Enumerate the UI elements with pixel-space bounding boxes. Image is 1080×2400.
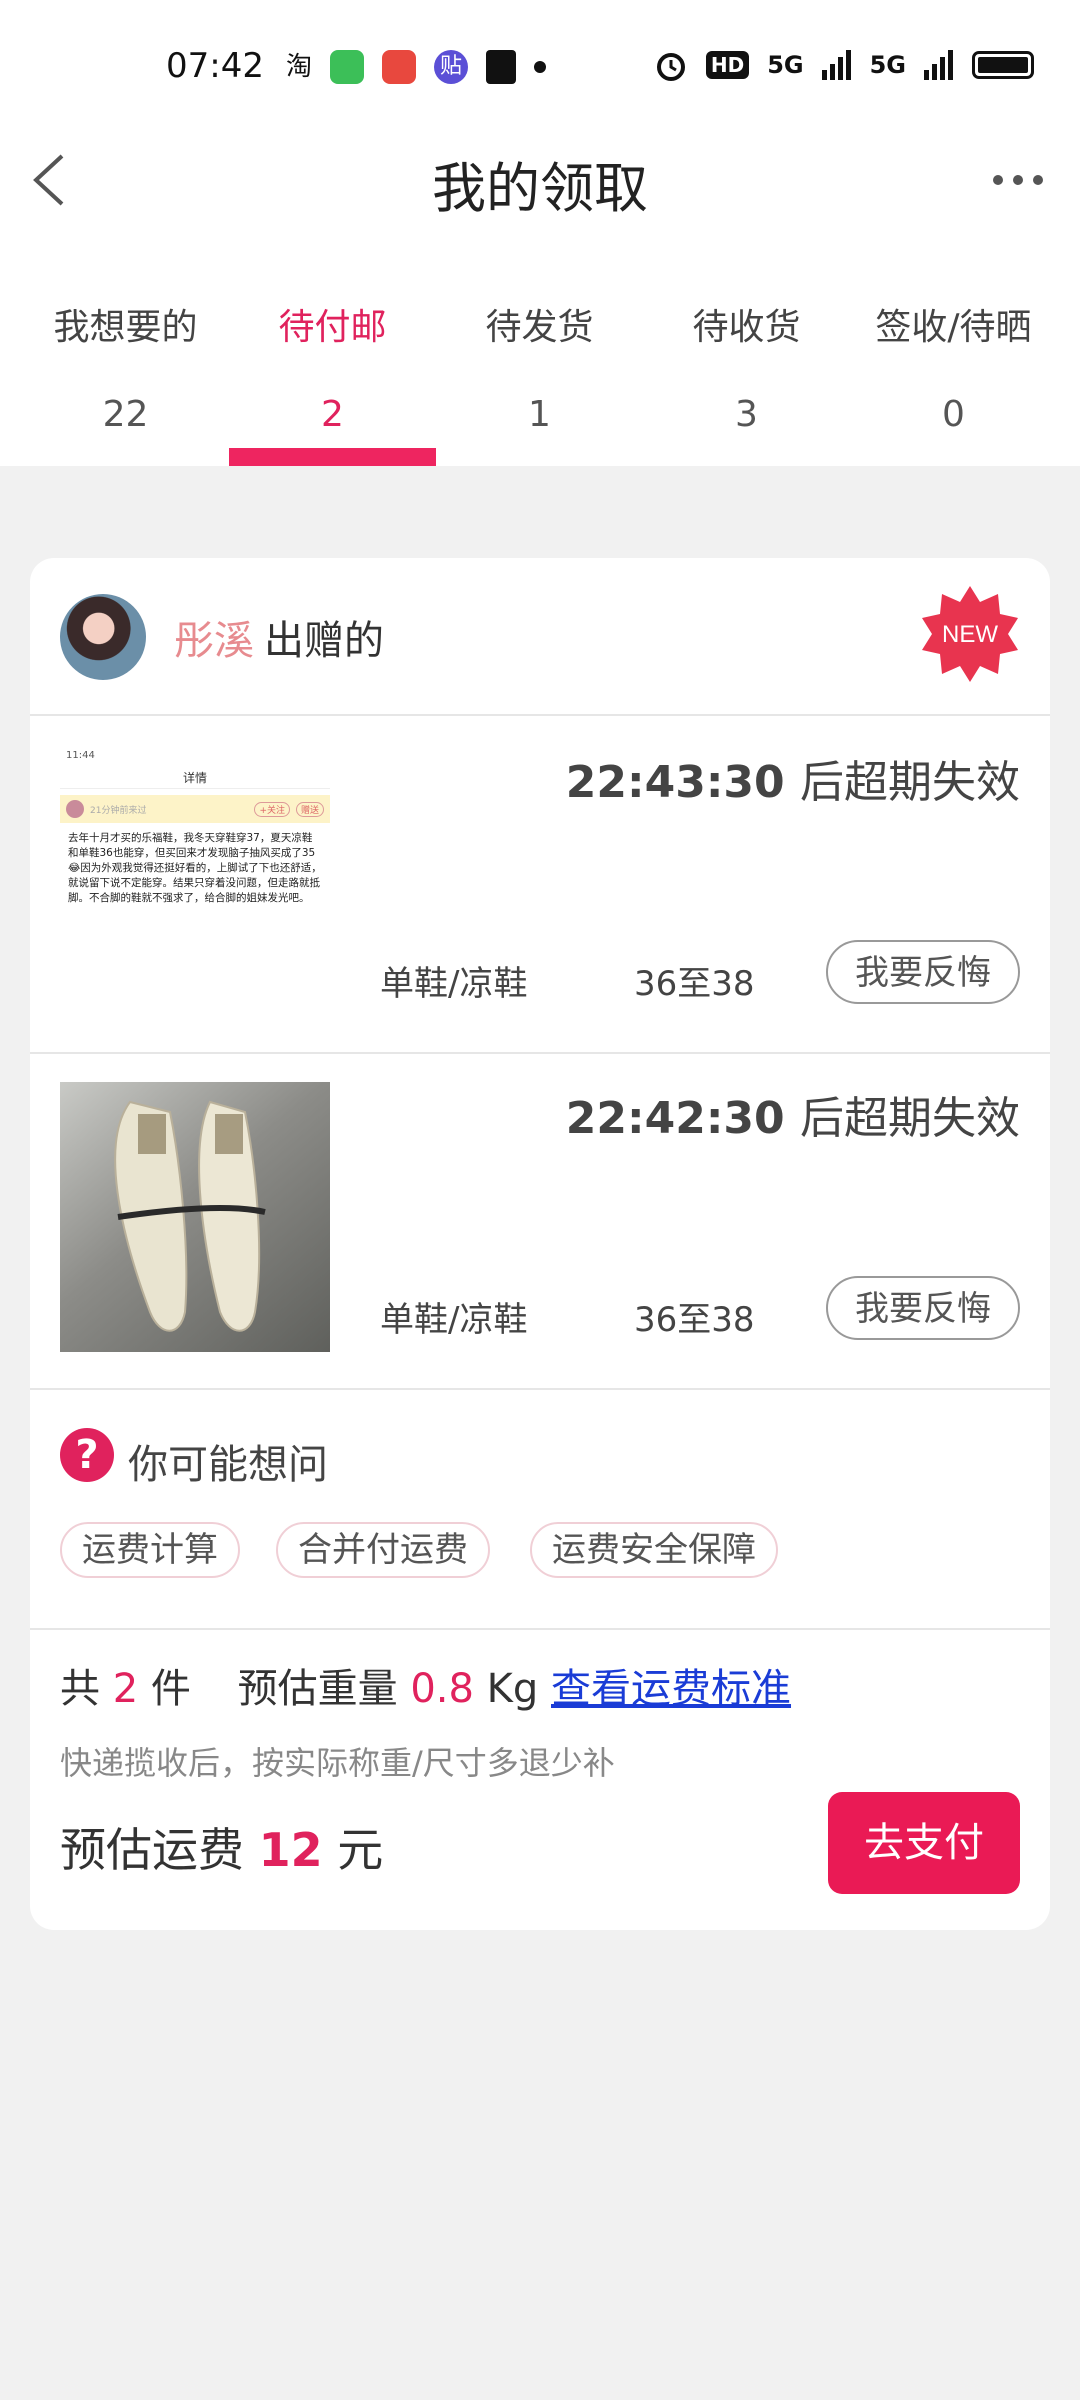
gift-card: 彤溪 出赠的 NEW 11:44 详情 21分钟前来过 +关注 赠送 去年十月才买… <box>30 558 1050 1930</box>
weight-value: 0.8 <box>410 1666 474 1712</box>
faq-chip-shipping-guarantee[interactable]: 运费安全保障 <box>530 1522 778 1578</box>
expire-countdown: 22:42:30 后超期失效 <box>566 1082 1020 1146</box>
tab-bar: 我想要的 22 待付邮 2 待发货 1 待收货 3 签收/待晒 0 <box>0 230 1080 466</box>
order-summary: 共 2 件 预估重量 0.8 Kg 查看运费标准 <box>60 1656 791 1714</box>
signal-bars-icon-2 <box>924 50 953 80</box>
fee-amount: 12 <box>258 1823 323 1877</box>
item-size: 36至38 <box>634 1300 755 1340</box>
tab-label: 待发货 <box>485 307 594 348</box>
thumb-header: 详情 <box>60 768 330 789</box>
signal-5g-icon: 5G <box>767 51 804 79</box>
expire-suffix: 后超期失效 <box>800 757 1020 808</box>
item-category: 单鞋/凉鞋 <box>380 964 528 1004</box>
avatar[interactable] <box>60 594 146 680</box>
thumb-user-bar: 21分钟前来过 +关注 赠送 <box>60 795 330 823</box>
tab-label: 签收/待晒 <box>875 307 1032 348</box>
shipping-standard-link[interactable]: 查看运费标准 <box>551 1666 791 1712</box>
thumb-user-meta: 21分钟前来过 <box>90 805 147 816</box>
tab-pending-shipment[interactable]: 待发货 1 <box>436 298 643 435</box>
giver-name[interactable]: 彤溪 <box>174 618 254 664</box>
faq-chip-shipping-calc[interactable]: 运费计算 <box>60 1522 240 1578</box>
battery-icon <box>972 51 1034 79</box>
thumb-status: 11:44 <box>66 750 95 761</box>
item-row[interactable]: 11:44 详情 21分钟前来过 +关注 赠送 去年十月才买的乐福鞋，我冬天穿鞋… <box>30 716 1050 1054</box>
notification-icons: 淘 贴 <box>286 50 547 84</box>
hd-icon: HD <box>705 51 750 79</box>
tab-count: 3 <box>735 394 758 435</box>
tab-count: 2 <box>321 394 344 435</box>
status-time: 07:42 <box>166 46 264 86</box>
faq-title: 你可能想问 <box>128 1442 328 1488</box>
tab-pending-receipt[interactable]: 待收货 3 <box>643 298 850 435</box>
item-thumbnail-shoes[interactable] <box>60 1082 330 1352</box>
count-suffix: 件 <box>150 1666 191 1712</box>
faq-section: ? 你可能想问 运费计算 合并付运费 运费安全保障 <box>30 1388 1050 1630</box>
giver-text: 彤溪 出赠的 <box>174 608 384 666</box>
tab-label: 我想要的 <box>53 307 198 348</box>
weight-label: 预估重量 <box>237 1666 398 1712</box>
thumb-gift: 赠送 <box>295 801 324 817</box>
status-bar: 07:42 淘 贴 HD 5G 5G <box>0 0 1080 130</box>
thumb-text: 去年十月才买的乐福鞋，我冬天穿鞋穿37，夏天凉鞋和单鞋36也能穿，但买回来才发现… <box>68 832 322 904</box>
gift-icon <box>486 50 517 84</box>
regret-button[interactable]: 我要反悔 <box>826 940 1020 1004</box>
tab-count: 0 <box>942 394 965 435</box>
tab-count: 22 <box>102 394 149 435</box>
signal-5g-icon-2: 5G <box>869 51 906 79</box>
taobao-icon: 淘 <box>286 52 313 82</box>
item-size: 36至38 <box>634 964 755 1004</box>
weight-unit: Kg <box>486 1666 539 1712</box>
weight-note: 快递揽收后，按实际称重/尺寸多退少补 <box>60 1744 615 1782</box>
tieba-icon: 贴 <box>434 50 469 84</box>
tab-label: 待付邮 <box>278 307 387 348</box>
pay-button[interactable]: 去支付 <box>828 1792 1020 1894</box>
giver-row[interactable]: 彤溪 出赠的 NEW <box>30 558 1050 716</box>
signal-bars-icon <box>821 50 851 80</box>
giver-suffix: 出赠的 <box>264 618 384 664</box>
expire-time: 22:43:30 <box>565 757 785 808</box>
active-tab-indicator <box>229 448 436 466</box>
tab-pending-postage[interactable]: 待付邮 2 <box>229 298 436 435</box>
item-category: 单鞋/凉鞋 <box>380 1300 528 1340</box>
fee-unit: 元 <box>337 1823 384 1877</box>
item-count: 2 <box>112 1666 139 1712</box>
tab-label: 待收货 <box>692 307 801 348</box>
expire-suffix: 后超期失效 <box>800 1093 1020 1144</box>
shoes-image <box>114 1100 266 1332</box>
expire-countdown: 22:43:30 后超期失效 <box>566 746 1020 810</box>
header: 我的领取 <box>0 130 1080 230</box>
alarm-icon <box>656 53 685 81</box>
tab-want[interactable]: 我想要的 22 <box>22 298 229 435</box>
new-badge-label: NEW <box>942 621 998 648</box>
app-icon <box>382 50 417 84</box>
estimated-fee: 预估运费 12 元 <box>60 1814 383 1880</box>
status-indicators: HD 5G 5G <box>654 48 1034 82</box>
item-row[interactable]: 22:42:30 后超期失效 单鞋/凉鞋 36至38 我要反悔 <box>30 1052 1050 1390</box>
tab-signed-review[interactable]: 签收/待晒 0 <box>850 298 1057 435</box>
tab-count: 1 <box>528 394 551 435</box>
fee-label: 预估运费 <box>60 1823 244 1877</box>
count-prefix: 共 <box>60 1666 100 1712</box>
page-title: 我的领取 <box>432 157 648 220</box>
new-badge: NEW <box>922 586 1018 682</box>
item-thumbnail-screenshot[interactable]: 11:44 详情 21分钟前来过 +关注 赠送 去年十月才买的乐福鞋，我冬天穿鞋… <box>60 746 330 1016</box>
thumb-follow: +关注 <box>254 801 290 817</box>
expire-time: 22:42:30 <box>565 1093 785 1144</box>
message-icon <box>330 50 365 84</box>
regret-button[interactable]: 我要反悔 <box>826 1276 1020 1340</box>
more-icon[interactable] <box>988 160 1048 200</box>
dot-icon <box>534 61 547 73</box>
faq-chip-merge-shipping[interactable]: 合并付运费 <box>276 1522 490 1578</box>
question-icon: ? <box>60 1428 114 1482</box>
thumb-avatar <box>66 800 84 818</box>
